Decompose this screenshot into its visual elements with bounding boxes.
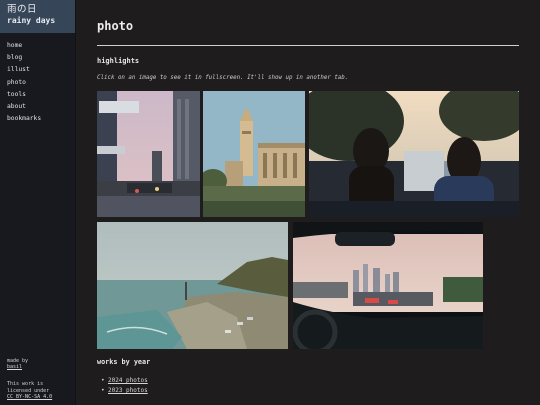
- bullet-icon: •: [101, 377, 105, 384]
- works-link-2023[interactable]: 2023 photos: [108, 387, 148, 394]
- highlights-heading: highlights: [97, 57, 140, 65]
- license-link[interactable]: CC BY-NC-SA 4.0: [7, 394, 52, 400]
- silhouettes-sunset-photo[interactable]: [309, 91, 519, 217]
- made-by: made by basil: [7, 358, 52, 370]
- bullet-icon: •: [101, 387, 105, 394]
- works-by-year-heading: works by year: [97, 358, 151, 366]
- main-content: photo highlights Click on an image to se…: [97, 0, 519, 394]
- clock-tower-photo[interactable]: [203, 91, 305, 217]
- page-title: photo: [97, 19, 134, 33]
- works-link-2024[interactable]: 2024 photos: [108, 377, 148, 384]
- list-item: • 2023 photos: [101, 386, 148, 396]
- car-windshield-city-photo[interactable]: [293, 222, 483, 349]
- nav-item-home[interactable]: home: [7, 40, 75, 52]
- list-item: • 2024 photos: [101, 376, 148, 386]
- city-street-photo[interactable]: [97, 91, 200, 217]
- title-divider: [97, 45, 519, 46]
- nav-item-illust[interactable]: illust: [7, 64, 75, 76]
- works-list: • 2024 photos • 2023 photos: [101, 376, 148, 396]
- nav-item-about[interactable]: about: [7, 101, 75, 113]
- coastal-town-photo[interactable]: [97, 222, 288, 349]
- sidebar: 雨の日 rainy days home blog illust photo to…: [0, 0, 76, 405]
- nav-item-photo[interactable]: photo: [7, 77, 75, 89]
- nav-item-bookmarks[interactable]: bookmarks: [7, 113, 75, 125]
- sidebar-footer: made by basil This work is licensed unde…: [7, 358, 52, 400]
- author-link[interactable]: basil: [7, 364, 22, 370]
- nav-item-blog[interactable]: blog: [7, 52, 75, 64]
- brand-title-jp: 雨の日: [7, 4, 38, 15]
- sidebar-nav: home blog illust photo tools about bookm…: [0, 40, 75, 125]
- site-brand[interactable]: 雨の日 rainy days: [0, 0, 75, 33]
- nav-item-tools[interactable]: tools: [7, 89, 75, 101]
- brand-title-en: rainy days: [7, 16, 56, 25]
- fullscreen-hint: Click on an image to see it in fullscree…: [97, 75, 349, 81]
- photo-gallery: [97, 91, 519, 349]
